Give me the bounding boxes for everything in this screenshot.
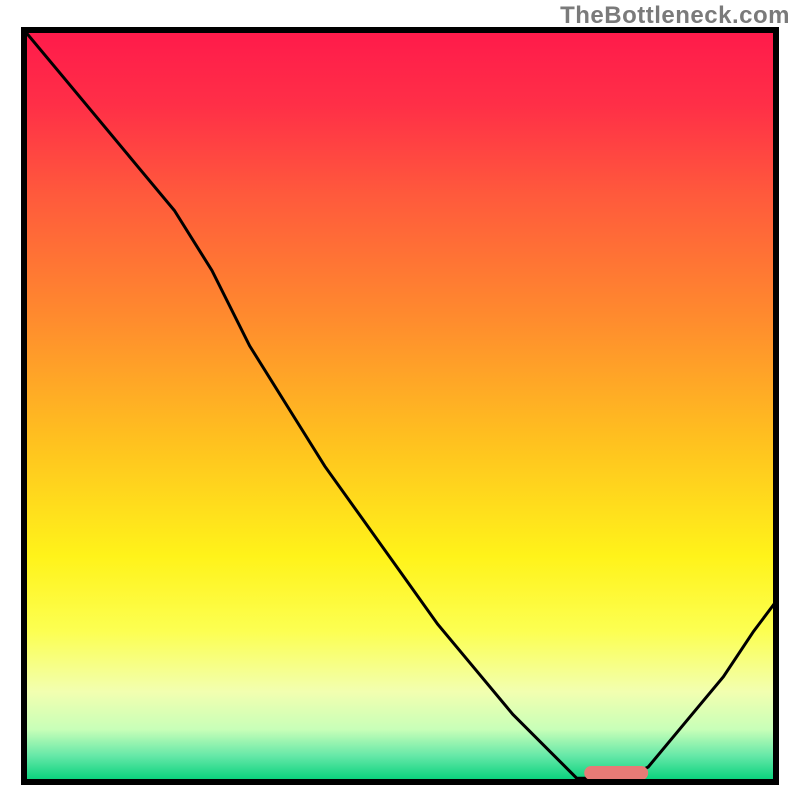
bottleneck-chart [0,0,800,800]
optimal-marker [584,766,648,780]
watermark-text: TheBottleneck.com [560,2,790,30]
chart-frame: TheBottleneck.com [0,0,800,800]
